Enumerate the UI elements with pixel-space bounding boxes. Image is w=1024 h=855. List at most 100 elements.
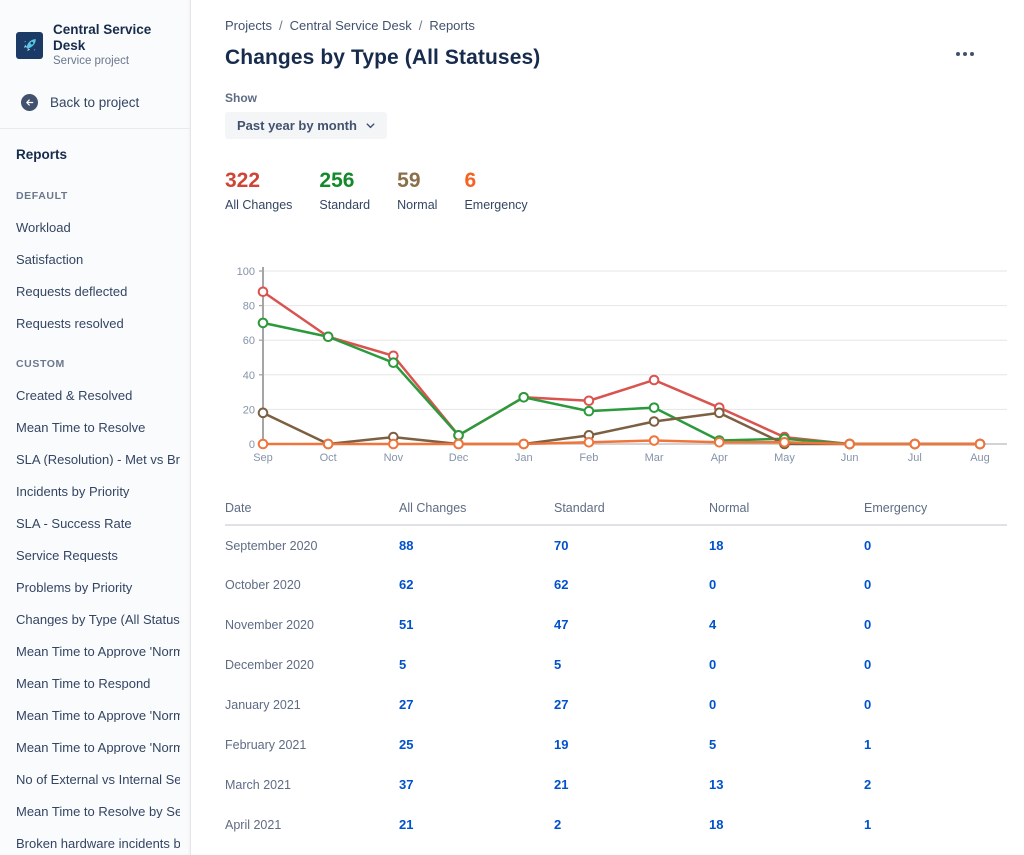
- table-row: December 2020 5 5 0 0: [225, 645, 1007, 685]
- sidebar-item-changes-by-type-all-statuses[interactable]: Changes by Type (All Statuses): [16, 613, 180, 626]
- more-actions-button[interactable]: [950, 46, 980, 62]
- sidebar-item-incidents-by-priority[interactable]: Incidents by Priority: [16, 485, 180, 498]
- chart-point-emergency: [519, 440, 528, 449]
- table-value-link[interactable]: 62: [554, 577, 568, 592]
- table-value-link[interactable]: 4: [709, 617, 716, 632]
- table-value-link[interactable]: 5: [399, 657, 406, 672]
- sidebar-item-requests-deflected[interactable]: Requests deflected: [16, 285, 180, 298]
- table-value-link[interactable]: 0: [864, 577, 871, 592]
- sidebar-item-sla-success-rate[interactable]: SLA - Success Rate: [16, 517, 180, 530]
- table-value-link[interactable]: 51: [399, 617, 413, 632]
- sidebar-item-mean-time-to-approve-norm[interactable]: Mean Time to Approve 'Norm...: [16, 645, 180, 658]
- table-value-cell: 21: [542, 765, 697, 805]
- table-date-cell: December 2020: [225, 645, 387, 685]
- table-value-cell: 47: [542, 605, 697, 645]
- chart-point-all-changes: [259, 288, 268, 297]
- chart-point-emergency: [585, 438, 594, 447]
- axis-tick-label: Jul: [908, 452, 922, 464]
- table-value-link[interactable]: 0: [864, 697, 871, 712]
- chart-point-standard: [519, 393, 528, 402]
- breadcrumb-link[interactable]: Reports: [429, 18, 475, 33]
- sidebar-item-satisfaction[interactable]: Satisfaction: [16, 253, 180, 266]
- sidebar-group-label: DEFAULT: [16, 190, 180, 202]
- back-to-project-button[interactable]: Back to project: [21, 94, 180, 111]
- back-to-project-label: Back to project: [50, 95, 139, 110]
- table-value-cell: 1: [852, 845, 1007, 855]
- page-title: Changes by Type (All Statuses): [225, 46, 1024, 70]
- breadcrumb-link[interactable]: Central Service Desk: [290, 18, 412, 33]
- app-root: Central Service Desk Service project Bac…: [0, 0, 1024, 855]
- table-value-link[interactable]: 47: [554, 617, 568, 632]
- table-value-link[interactable]: 18: [709, 817, 723, 832]
- chart-point-normal: [650, 417, 659, 426]
- table-value-link[interactable]: 19: [554, 737, 568, 752]
- table-value-link[interactable]: 1: [864, 737, 871, 752]
- table-date-cell: January 2021: [225, 685, 387, 725]
- axis-tick-label: 0: [249, 439, 255, 451]
- chart-point-emergency: [259, 440, 268, 449]
- sidebar-item-workload[interactable]: Workload: [16, 221, 180, 234]
- table-value-link[interactable]: 5: [709, 737, 716, 752]
- table-value-cell: 0: [697, 565, 852, 605]
- table-value-link[interactable]: 0: [864, 657, 871, 672]
- breadcrumb-separator: /: [279, 18, 283, 33]
- stat-value: 59: [397, 168, 437, 193]
- table-value-link[interactable]: 2: [864, 777, 871, 792]
- sidebar-item-problems-by-priority[interactable]: Problems by Priority: [16, 581, 180, 594]
- table-value-link[interactable]: 0: [709, 657, 716, 672]
- sidebar-item-sla-resolution-met-vs-bre[interactable]: SLA (Resolution) - Met vs Bre...: [16, 453, 180, 466]
- sidebar-item-mean-time-to-resolve[interactable]: Mean Time to Resolve: [16, 421, 180, 434]
- table-value-link[interactable]: 27: [554, 697, 568, 712]
- table-value-link[interactable]: 88: [399, 538, 413, 553]
- table-value-link[interactable]: 18: [709, 538, 723, 553]
- sidebar-item-service-requests[interactable]: Service Requests: [16, 549, 180, 562]
- table-body: September 20208870180October 2020626200N…: [225, 525, 1007, 855]
- sidebar-item-no-of-external-vs-internal-ser[interactable]: No of External vs Internal Ser...: [16, 773, 180, 786]
- stat-normal: 59Normal: [397, 168, 437, 212]
- more-dot-icon: [970, 52, 974, 56]
- table-value-link[interactable]: 70: [554, 538, 568, 553]
- table-value-link[interactable]: 0: [864, 538, 871, 553]
- table-value-link[interactable]: 21: [554, 777, 568, 792]
- table-value-link[interactable]: 0: [864, 617, 871, 632]
- breadcrumb-link[interactable]: Projects: [225, 18, 272, 33]
- axis-tick-label: Nov: [384, 452, 404, 464]
- table-value-link[interactable]: 13: [709, 777, 723, 792]
- table-value-cell: 19: [542, 725, 697, 765]
- chart-point-all-changes: [650, 376, 659, 385]
- table-value-link[interactable]: 1: [864, 817, 871, 832]
- sidebar-item-mean-time-to-respond[interactable]: Mean Time to Respond: [16, 677, 180, 690]
- table-header-standard: Standard: [542, 495, 697, 525]
- table-value-link[interactable]: 62: [399, 577, 413, 592]
- sidebar-item-broken-hardware-incidents-by[interactable]: Broken hardware incidents by...: [16, 837, 180, 850]
- table-value-link[interactable]: 27: [399, 697, 413, 712]
- sidebar-item-requests-resolved[interactable]: Requests resolved: [16, 317, 180, 330]
- sidebar-item-mean-time-to-approve-norm[interactable]: Mean Time to Approve 'Norm...: [16, 709, 180, 722]
- more-dot-icon: [963, 52, 967, 56]
- table-value-link[interactable]: 25: [399, 737, 413, 752]
- sidebar-item-mean-time-to-resolve-by-ser[interactable]: Mean Time to Resolve by Ser...: [16, 805, 180, 818]
- more-dot-icon: [956, 52, 960, 56]
- sidebar-item-mean-time-to-approve-norm[interactable]: Mean Time to Approve 'Norm...: [16, 741, 180, 754]
- table-row: September 20208870180: [225, 525, 1007, 565]
- table-value-link[interactable]: 37: [399, 777, 413, 792]
- table-value-link[interactable]: 0: [709, 697, 716, 712]
- table-value-cell: 27: [387, 685, 542, 725]
- table-value-link[interactable]: 2: [554, 817, 561, 832]
- table-value-cell: 1: [852, 725, 1007, 765]
- period-dropdown[interactable]: Past year by month: [225, 112, 387, 139]
- stat-value: 6: [464, 168, 527, 193]
- stat-standard: 256Standard: [319, 168, 370, 212]
- table-value-cell: 4: [387, 845, 542, 855]
- sidebar-item-created-resolved[interactable]: Created & Resolved: [16, 389, 180, 402]
- axis-tick-label: Apr: [711, 452, 728, 464]
- table-row: April 2021212181: [225, 805, 1007, 845]
- table-value-link[interactable]: 5: [554, 657, 561, 672]
- table-value-link[interactable]: 21: [399, 817, 413, 832]
- stat-value: 256: [319, 168, 370, 193]
- changes-by-type-line-chart: 020406080100SepOctNovDecJanFebMarAprMayJ…: [225, 263, 1017, 475]
- axis-tick-label: 60: [243, 335, 255, 347]
- chart-point-emergency: [650, 436, 659, 445]
- axis-tick-label: 20: [243, 405, 255, 417]
- table-value-link[interactable]: 0: [709, 577, 716, 592]
